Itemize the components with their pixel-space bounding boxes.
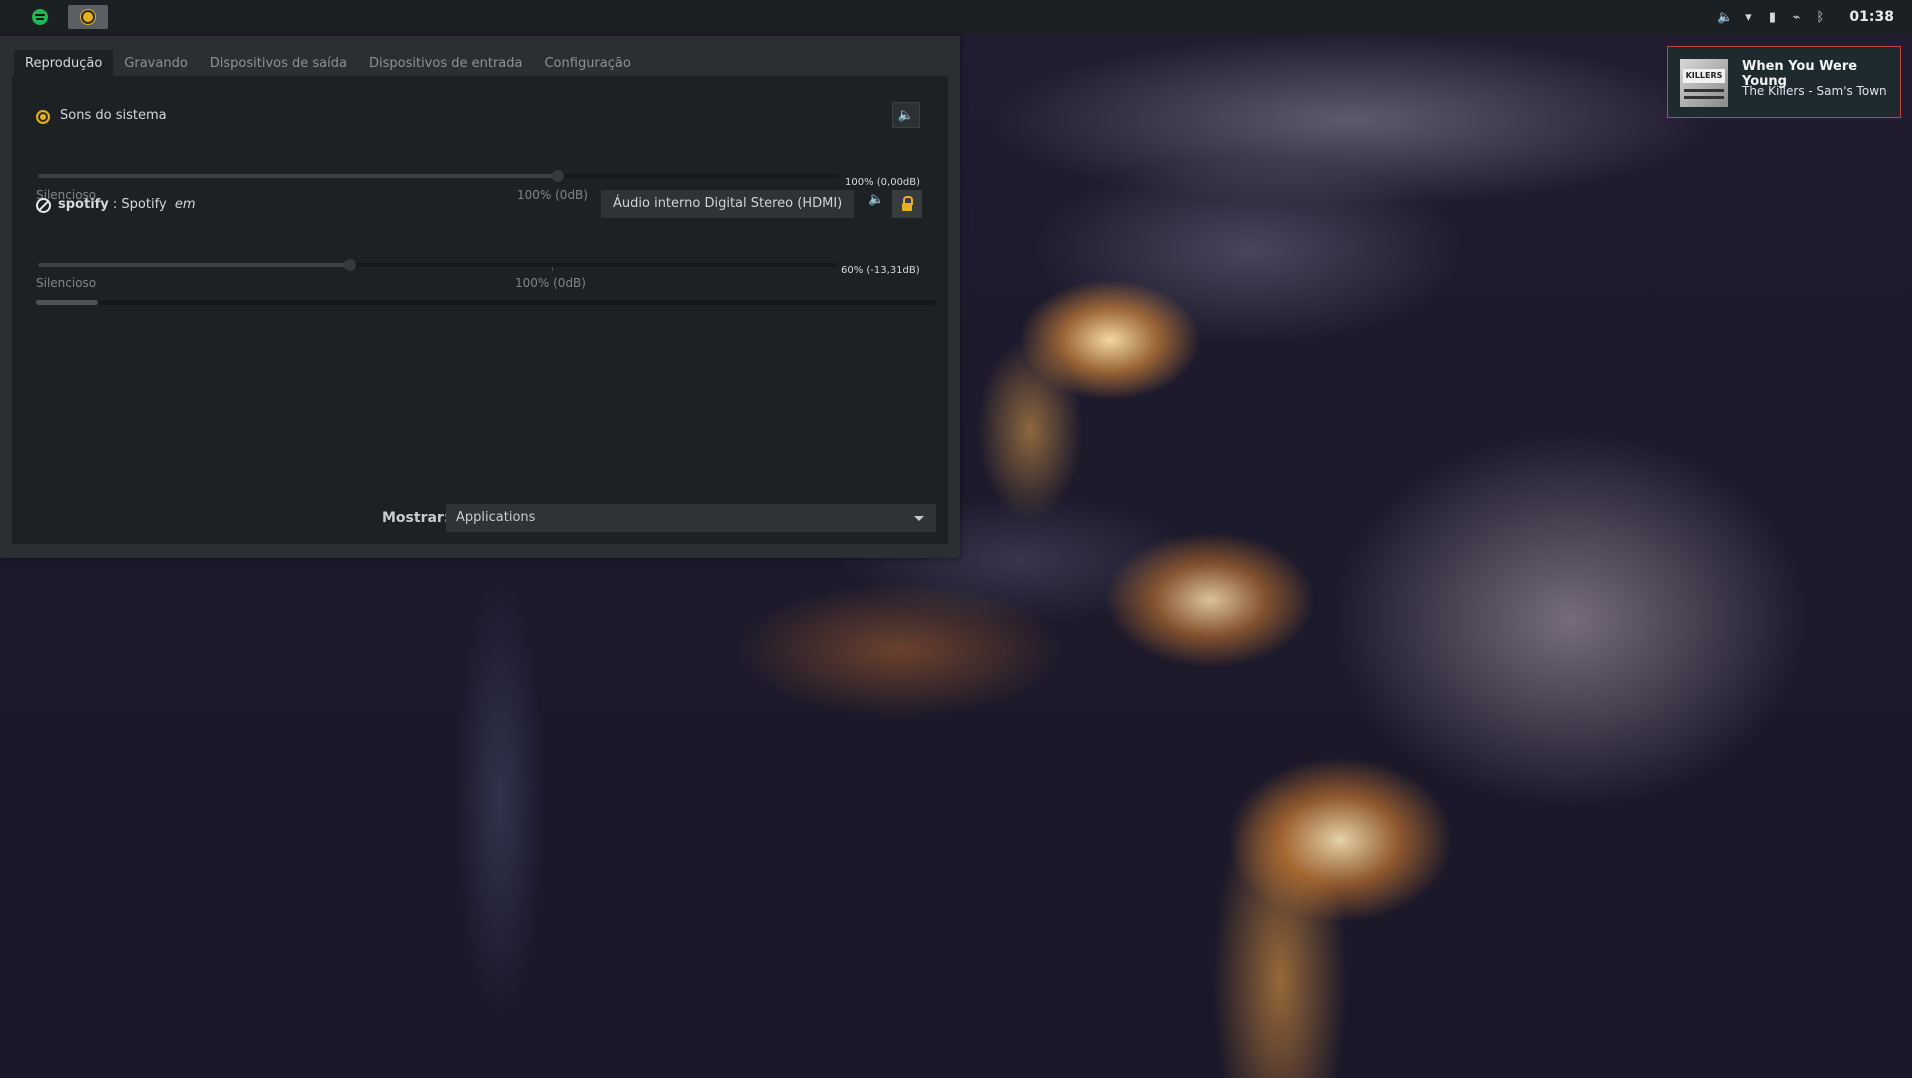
volume-readout: 100% (0,00dB) [845,177,921,188]
mute-button[interactable]: 🔈 [868,192,884,207]
volume-slider-handle[interactable] [552,170,564,182]
full-volume-label: 100% (0dB) [515,276,586,290]
volume-slider[interactable] [38,170,838,182]
mute-button[interactable]: 🔈 [892,102,920,128]
tab-bar: Reprodução Gravando Dispositivos de saíd… [14,50,642,76]
full-volume-label: 100% (0dB) [517,188,588,202]
stream-name: Sons do sistema [60,108,167,123]
dropdown-arrow-icon [914,516,924,521]
volume-slider-fill [38,174,558,178]
volume-control-window: Reprodução Gravando Dispositivos de saíd… [0,36,960,558]
show-label: Mostrar: [382,510,450,526]
playback-panel: Sons do sistema 🔈 100% (0,00dB) Silencio… [12,76,948,544]
now-playing-notification[interactable]: KILLERS When You Were Young The Killers … [1667,46,1901,118]
tab-dispositivos-entrada[interactable]: Dispositivos de entrada [358,50,534,76]
bluetooth-icon[interactable]: ᛒ [1813,10,1827,25]
system-tray: 🔈 ▾ ▮ ⌁ ᛒ 01:38 [1717,0,1894,34]
clock[interactable]: 01:38 [1849,9,1894,25]
volume-icon[interactable]: 🔈 [1717,10,1733,25]
clip-icon[interactable]: ⌁ [1789,10,1803,25]
stream-em-label: em [174,197,196,212]
tab-dispositivos-saida[interactable]: Dispositivos de saída [199,50,358,76]
top-panel: 🔈 ▾ ▮ ⌁ ᛒ 01:38 [0,0,1912,34]
tab-reproducao[interactable]: Reprodução [14,50,114,76]
silent-label: Silencioso [36,276,97,290]
reference-tick [552,267,553,271]
stream-app-name: spotify [58,197,109,212]
app-icon [36,198,51,213]
show-filter-dropdown[interactable]: Applications [446,504,936,532]
show-filter-value: Applications [456,510,536,525]
volume-slider-fill [38,263,350,267]
spotify-icon [32,9,48,25]
notification-body: The Killers - Sam's Town [1742,84,1887,98]
taskbar-spotify-button[interactable] [20,5,60,29]
album-art: KILLERS [1680,59,1728,107]
volume-readout: 60% (-13,31dB) [841,265,920,276]
system-sounds-icon [36,110,50,124]
stream-title: spotify : Spotify em [58,197,196,212]
taskbar [20,5,108,29]
tab-gravando[interactable]: Gravando [113,50,199,76]
album-art-text: KILLERS [1683,69,1725,83]
pavucontrol-icon [81,10,95,24]
scrollbar-thumb[interactable] [36,300,98,305]
battery-icon[interactable]: ▮ [1765,10,1779,25]
speaker-icon: 🔈 [897,107,915,123]
wifi-icon[interactable]: ▾ [1741,10,1755,25]
horizontal-scrollbar[interactable] [36,300,936,305]
volume-slider-handle[interactable] [344,259,356,271]
lock-icon [902,195,913,211]
stream-app-detail: : Spotify [108,197,167,212]
tab-configuracao[interactable]: Configuração [533,50,641,76]
speaker-icon: 🔈 [868,192,885,207]
lock-channels-button[interactable] [892,190,922,218]
volume-slider[interactable] [38,259,838,271]
output-device-button[interactable]: Áudio interno Digital Stereo (HDMI) [601,190,855,218]
taskbar-pavucontrol-button[interactable] [68,5,108,29]
